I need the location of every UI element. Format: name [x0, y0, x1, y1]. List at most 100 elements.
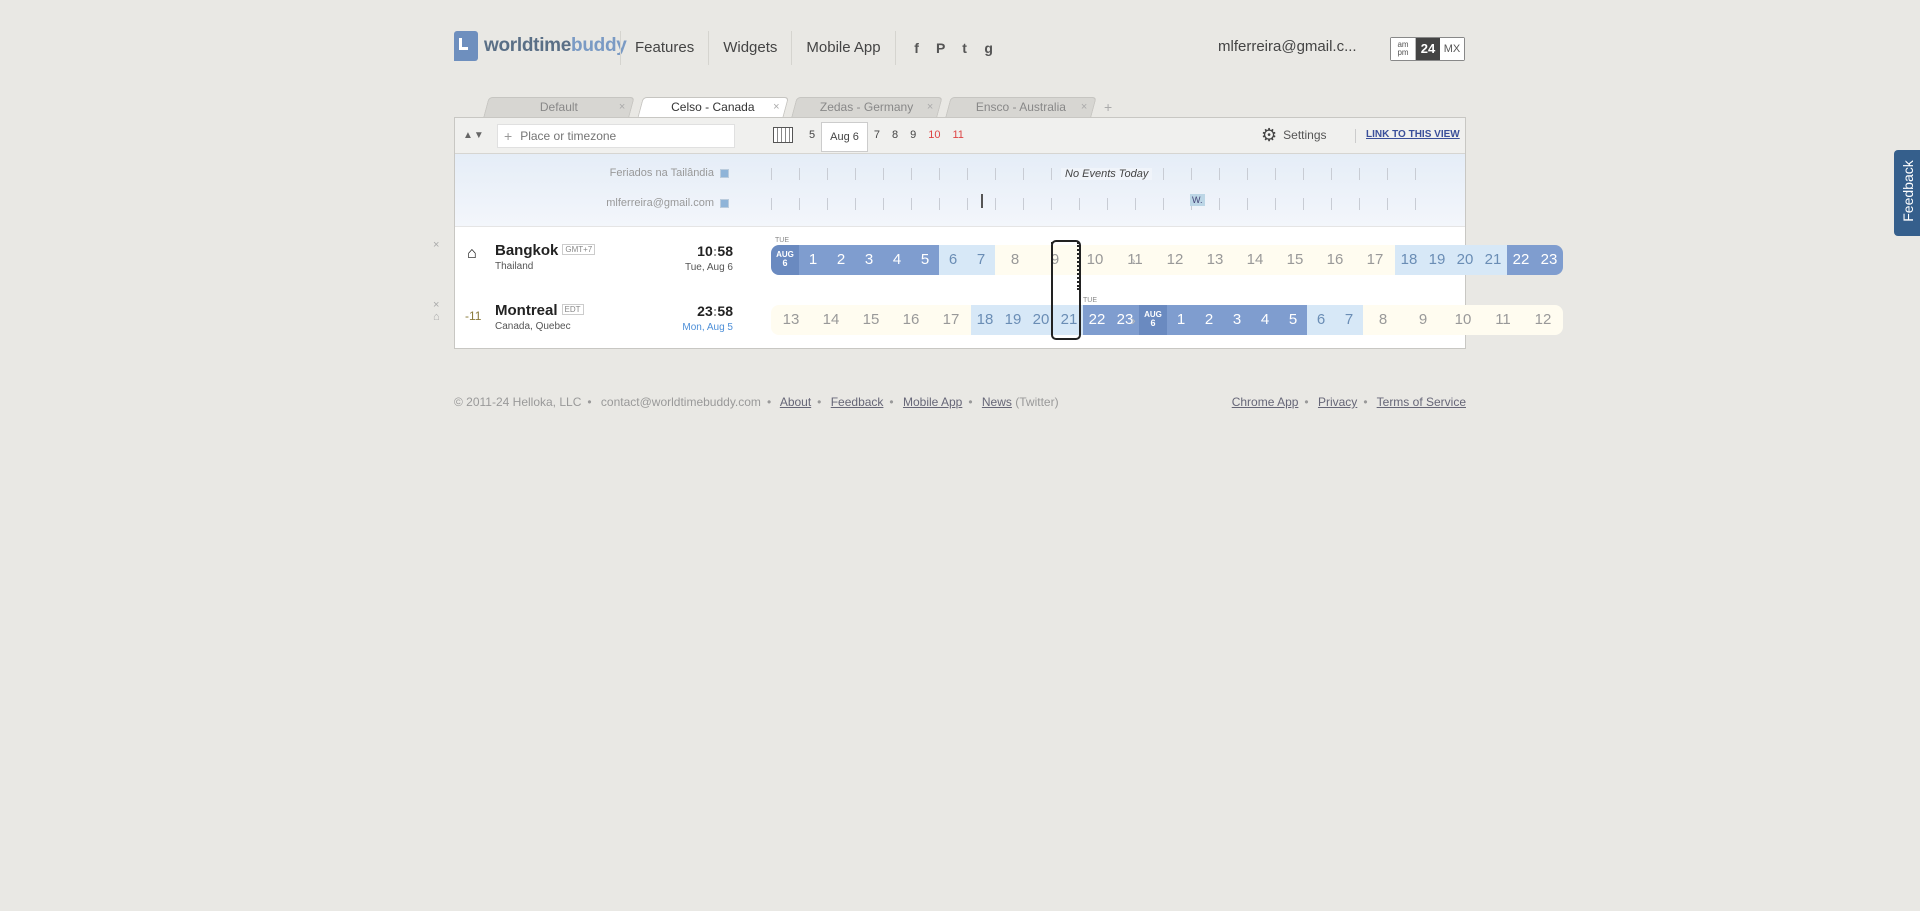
- chevron-right-icon[interactable]: ›: [1131, 312, 1136, 328]
- hour-cell[interactable]: 16: [1315, 245, 1355, 275]
- date-5[interactable]: 5: [803, 124, 821, 146]
- hour-cell[interactable]: 11: [1483, 305, 1523, 335]
- hour-cell[interactable]: 2: [827, 245, 855, 275]
- city-name: Bangkok: [495, 242, 559, 259]
- hour-cell[interactable]: 5: [1279, 305, 1307, 335]
- place-search-input[interactable]: [518, 128, 723, 144]
- tab-celso-canada[interactable]: Celso - Canada ×: [637, 97, 789, 119]
- event-marker[interactable]: W.: [1190, 194, 1205, 206]
- hour-cell[interactable]: 20: [1451, 245, 1479, 275]
- hour-cell[interactable]: 10: [1075, 245, 1115, 275]
- feedback-tab[interactable]: Feedback: [1894, 150, 1920, 236]
- hour-tick: [911, 198, 912, 210]
- chevron-right-icon[interactable]: ›: [1131, 252, 1136, 268]
- hour-cell[interactable]: 1: [799, 245, 827, 275]
- pinterest-icon[interactable]: P: [934, 40, 948, 56]
- tab-ensco-australia[interactable]: Ensco - Australia ×: [945, 97, 1097, 117]
- link-to-view[interactable]: LINK TO THIS VIEW: [1355, 129, 1460, 143]
- feedback-link[interactable]: Feedback: [831, 395, 884, 409]
- facebook-icon[interactable]: f: [910, 40, 924, 56]
- sort-arrows-icon[interactable]: ▲▼: [463, 130, 485, 141]
- nav-widgets[interactable]: Widgets: [708, 31, 791, 65]
- close-icon[interactable]: ×: [1080, 98, 1086, 117]
- nav-features[interactable]: Features: [620, 31, 708, 65]
- hour-cell[interactable]: 8: [995, 245, 1035, 275]
- mobile-app-link[interactable]: Mobile App: [903, 395, 962, 409]
- format-24h-button[interactable]: 24: [1416, 38, 1440, 60]
- hour-cell[interactable]: 6: [939, 245, 967, 275]
- hour-cell[interactable]: 15: [851, 305, 891, 335]
- settings-button[interactable]: ⚙ Settings: [1261, 126, 1327, 144]
- nav-mobile-app[interactable]: Mobile App: [791, 31, 894, 65]
- calendar-label-email[interactable]: mlferreira@gmail.com: [606, 197, 729, 209]
- date-8[interactable]: 8: [886, 124, 904, 146]
- hour-cell[interactable]: 1: [1167, 305, 1195, 335]
- hour-cell[interactable]: 9: [1403, 305, 1443, 335]
- hour-tick: [855, 198, 856, 210]
- hour-cell[interactable]: 16: [891, 305, 931, 335]
- about-link[interactable]: About: [780, 395, 811, 409]
- hour-cell[interactable]: 19: [1423, 245, 1451, 275]
- home-icon[interactable]: ⌂: [467, 245, 477, 263]
- hour-cell[interactable]: 22: [1507, 245, 1535, 275]
- hour-cell[interactable]: 7: [967, 245, 995, 275]
- hour-cell[interactable]: 5: [911, 245, 939, 275]
- add-tab-button[interactable]: +: [1102, 97, 1112, 117]
- logo[interactable]: worldtimebuddy: [454, 28, 627, 64]
- main-nav: Features Widgets Mobile App f P t g: [620, 28, 1006, 68]
- hour-cell[interactable]: 12: [1155, 245, 1195, 275]
- twitter-icon[interactable]: t: [958, 40, 972, 56]
- tab-default[interactable]: Default ×: [483, 97, 635, 117]
- hour-cell[interactable]: 17: [1355, 245, 1395, 275]
- hour-cell[interactable]: 15: [1275, 245, 1315, 275]
- hour-cell[interactable]: 21: [1479, 245, 1507, 275]
- hour-cell[interactable]: 13: [771, 305, 811, 335]
- date-aug-6[interactable]: Aug 6: [821, 122, 868, 152]
- hour-cell[interactable]: AUG 6: [1139, 305, 1167, 335]
- chrome-app-link[interactable]: Chrome App: [1232, 395, 1299, 409]
- hour-cell[interactable]: 17: [931, 305, 971, 335]
- tab-zedas-germany[interactable]: Zedas - Germany ×: [791, 97, 943, 117]
- news-link[interactable]: News: [982, 395, 1012, 409]
- privacy-link[interactable]: Privacy: [1318, 395, 1357, 409]
- date-7[interactable]: 7: [868, 124, 886, 146]
- close-icon[interactable]: ×: [773, 98, 779, 117]
- remove-location-icon[interactable]: ×: [433, 239, 439, 251]
- calendar-icon[interactable]: [773, 127, 793, 143]
- format-mx-button[interactable]: MX: [1440, 38, 1464, 60]
- current-hour-highlight[interactable]: [1051, 240, 1081, 340]
- events-area: Feriados na Tailândia mlferreira@gmail.c…: [455, 154, 1465, 227]
- hour-cell[interactable]: 18: [971, 305, 999, 335]
- hour-cell[interactable]: 14: [811, 305, 851, 335]
- calendar-label-holidays[interactable]: Feriados na Tailândia: [610, 167, 729, 179]
- hour-cell[interactable]: 4: [1251, 305, 1279, 335]
- hour-cell[interactable]: 22: [1083, 305, 1111, 335]
- hour-cell[interactable]: 3: [1223, 305, 1251, 335]
- googleplus-icon[interactable]: g: [982, 40, 996, 56]
- user-account[interactable]: mlferreira@gmail.c...: [1218, 38, 1357, 55]
- date-9[interactable]: 9: [904, 124, 922, 146]
- hour-cell[interactable]: 3: [855, 245, 883, 275]
- hour-cell[interactable]: 10: [1443, 305, 1483, 335]
- hour-cell[interactable]: 14: [1235, 245, 1275, 275]
- hour-cell[interactable]: 6: [1307, 305, 1335, 335]
- date-10[interactable]: 10: [922, 124, 946, 146]
- hour-cell[interactable]: 7: [1335, 305, 1363, 335]
- close-icon[interactable]: ×: [926, 98, 932, 117]
- date-11[interactable]: 11: [947, 124, 970, 146]
- hour-cell[interactable]: 2: [1195, 305, 1223, 335]
- hour-cell[interactable]: 18: [1395, 245, 1423, 275]
- hour-cell[interactable]: 12: [1523, 305, 1563, 335]
- terms-link[interactable]: Terms of Service: [1377, 395, 1466, 409]
- hour-cell[interactable]: 4: [883, 245, 911, 275]
- remove-location-icon[interactable]: × ⌂: [433, 299, 440, 323]
- hour-cell[interactable]: 13: [1195, 245, 1235, 275]
- hour-cell[interactable]: 8: [1363, 305, 1403, 335]
- format-ampm-button[interactable]: am pm: [1391, 38, 1416, 60]
- calendar-color-icon: [720, 168, 729, 178]
- hour-cell[interactable]: AUG 6: [771, 245, 799, 275]
- close-icon[interactable]: ×: [618, 98, 624, 117]
- hour-cell[interactable]: 23: [1535, 245, 1563, 275]
- hour-cell[interactable]: 19: [999, 305, 1027, 335]
- hour-tick: [1135, 198, 1136, 210]
